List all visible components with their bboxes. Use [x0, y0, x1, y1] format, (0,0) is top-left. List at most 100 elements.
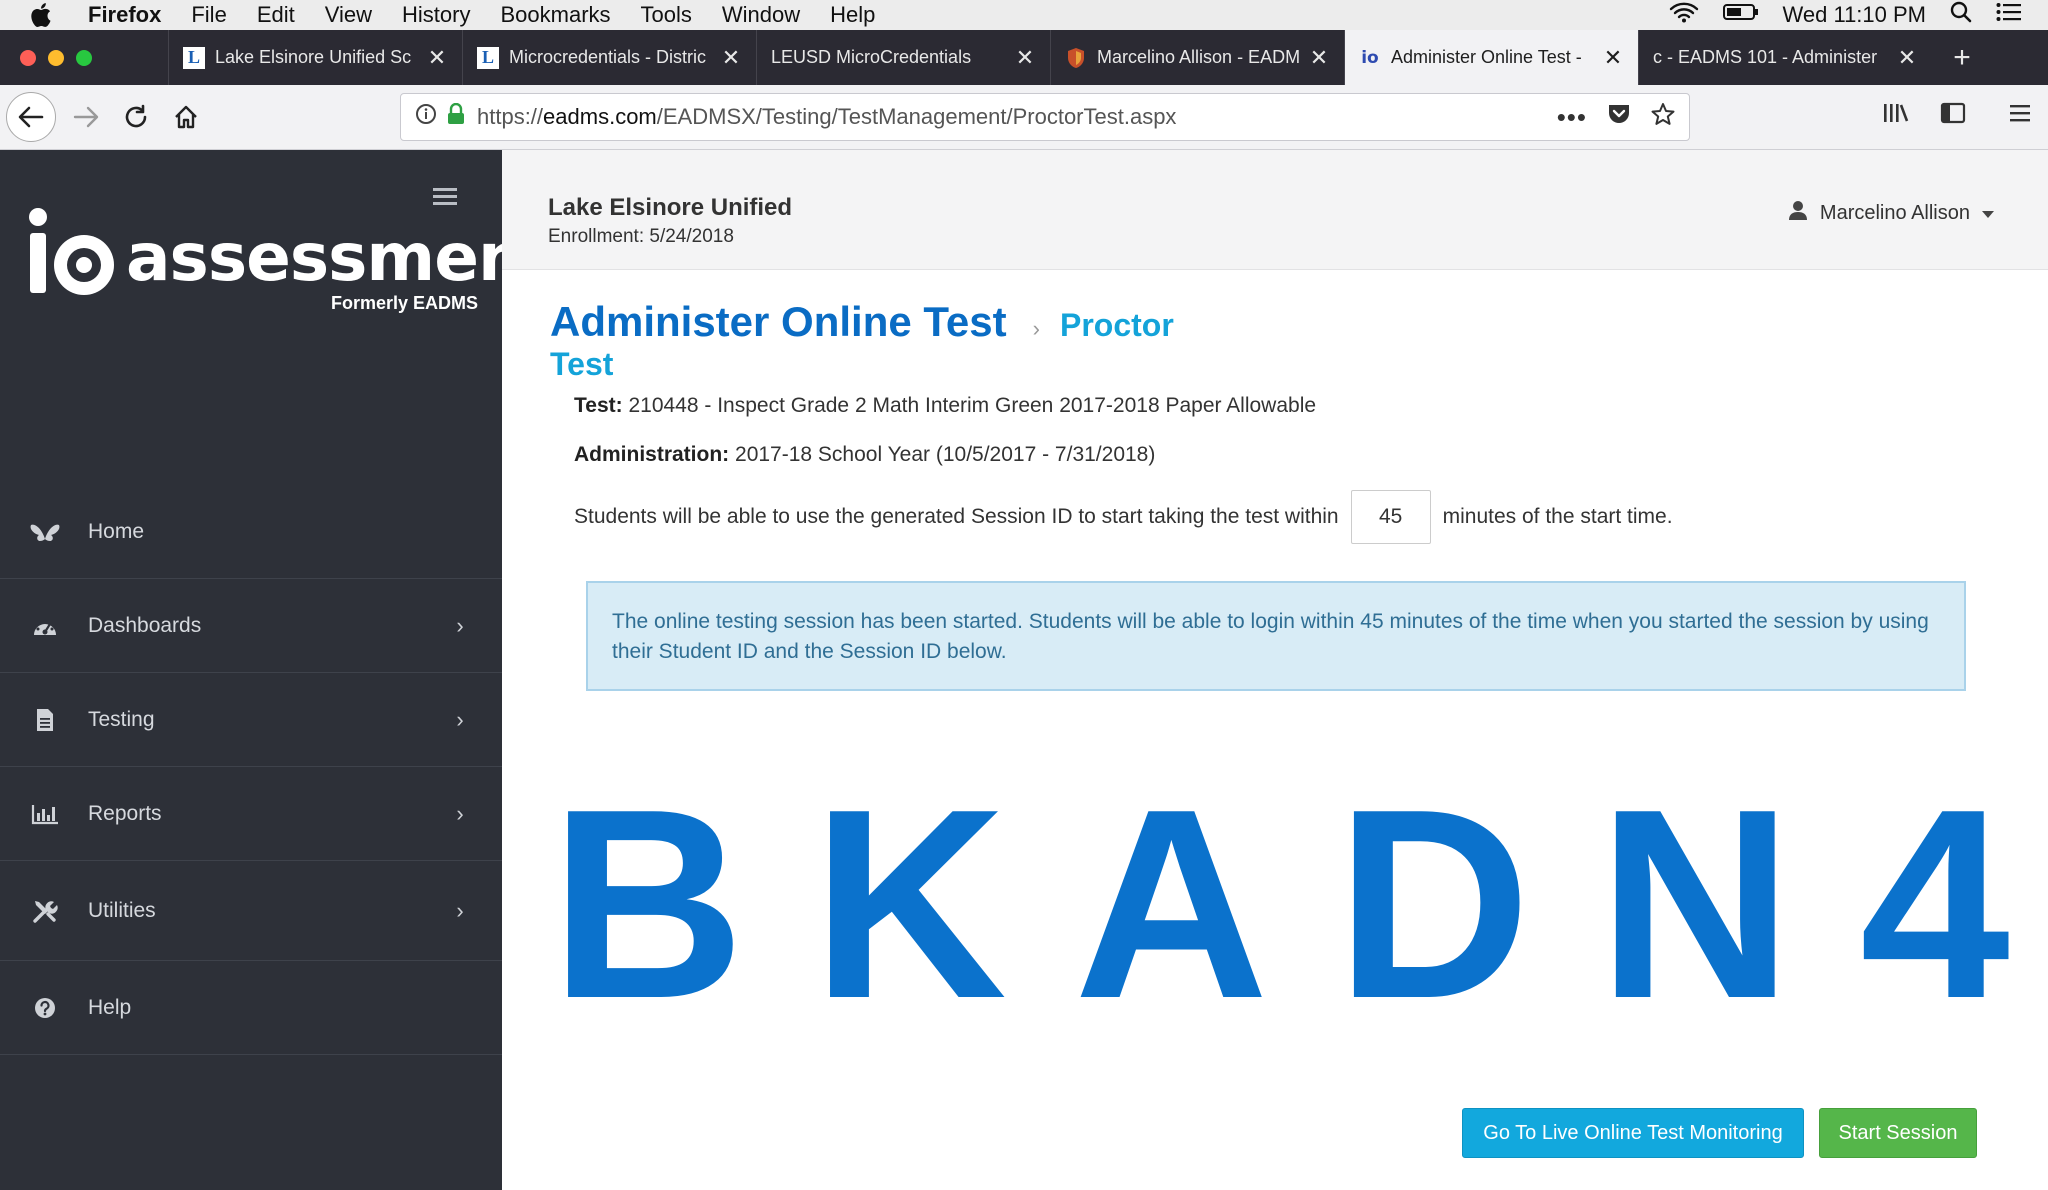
close-tab-icon[interactable]: ✕ — [1014, 45, 1036, 71]
tools-icon — [30, 896, 60, 926]
user-icon — [1788, 200, 1808, 226]
sidebar-toggle-icon[interactable] — [1940, 101, 1966, 130]
content-header: Lake Elsinore Unified Enrollment: 5/24/2… — [502, 150, 2048, 270]
live-monitoring-button[interactable]: Go To Live Online Test Monitoring — [1462, 1108, 1804, 1158]
tab-label: Administer Online Test - — [1391, 47, 1582, 67]
bar-chart-icon — [30, 799, 60, 829]
back-button[interactable] — [6, 92, 56, 142]
menu-bookmarks[interactable]: Bookmarks — [500, 2, 610, 28]
tab-label: Marcelino Allison - EADM — [1097, 47, 1300, 67]
close-tab-icon[interactable]: ✕ — [1308, 45, 1330, 71]
home-button[interactable] — [166, 97, 206, 137]
sidebar-item-home[interactable]: Home — [0, 485, 502, 579]
shield-icon — [1065, 47, 1087, 69]
lake-elsinore-logo-icon: L — [183, 46, 205, 69]
session-id-char: B — [550, 754, 745, 1055]
arrow-right-icon — [73, 106, 99, 128]
main-content: Administer Online Test › Proctor Test Te… — [502, 270, 2048, 1190]
administration-label: Administration: — [574, 443, 730, 466]
user-menu[interactable]: Marcelino Allison — [1788, 200, 1994, 226]
new-tab-button[interactable]: + — [1932, 30, 1992, 85]
session-id-char: D — [1335, 754, 1531, 1055]
url-bar[interactable]: https://eadms.com/EADMSX/Testing/TestMan… — [400, 93, 1690, 141]
page-actions-icon[interactable]: ••• — [1557, 102, 1587, 133]
chevron-right-icon: › — [456, 800, 464, 826]
close-tab-icon[interactable]: ✕ — [720, 45, 742, 71]
browser-tab[interactable]: Marcelino Allison - EADM ✕ — [1050, 30, 1344, 85]
browser-tab-active[interactable]: io Administer Online Test - ✕ — [1344, 30, 1638, 85]
session-minutes-input[interactable] — [1350, 490, 1431, 544]
arrow-left-icon — [18, 106, 44, 128]
session-started-alert: The online testing session has been star… — [586, 581, 1966, 691]
sidebar-item-utilities[interactable]: Utilities › — [0, 861, 502, 961]
menu-file[interactable]: File — [191, 2, 226, 28]
menu-firefox[interactable]: Firefox — [88, 2, 161, 28]
reload-icon — [125, 104, 147, 128]
app-menu-icon[interactable] — [2008, 102, 2032, 129]
io-logo-icon — [29, 208, 114, 295]
lake-elsinore-logo-icon: L — [477, 46, 499, 69]
browser-tab[interactable]: L Microcredentials - Distric ✕ — [462, 30, 756, 85]
clock[interactable]: Wed 11:10 PM — [1783, 2, 1926, 28]
close-window-button[interactable] — [20, 49, 36, 66]
sidebar-item-testing[interactable]: Testing › — [0, 673, 502, 767]
close-tab-icon[interactable]: ✕ — [1896, 45, 1918, 71]
menu-edit[interactable]: Edit — [257, 2, 295, 28]
io-logo-icon: io — [1361, 47, 1379, 68]
sidebar-item-dashboards[interactable]: Dashboards › — [0, 579, 502, 673]
browser-tab[interactable]: c - EADMS 101 - Administer ✕ — [1638, 30, 1932, 85]
spotlight-icon[interactable] — [1950, 1, 1972, 29]
browser-tab[interactable]: L Lake Elsinore Unified Sc ✕ — [168, 30, 462, 85]
session-window-suffix: minutes of the start time. — [1442, 505, 1673, 528]
menu-history[interactable]: History — [402, 2, 470, 28]
session-id-char: A — [1073, 754, 1269, 1055]
zoom-window-button[interactable] — [76, 49, 92, 66]
tab-label: LEUSD MicroCredentials — [771, 47, 972, 67]
tab-strip: L Lake Elsinore Unified Sc ✕ L Microcred… — [0, 30, 2048, 85]
menu-tools[interactable]: Tools — [641, 2, 692, 28]
chevron-right-icon: › — [456, 612, 464, 638]
bookmark-star-icon[interactable] — [1651, 102, 1675, 132]
lock-icon[interactable] — [447, 102, 465, 131]
test-value: 210448 - Inspect Grade 2 Math Interim Gr… — [628, 394, 1317, 417]
sidebar-item-help[interactable]: Help — [0, 961, 502, 1055]
breadcrumb-current: Proctor — [1059, 307, 1174, 343]
io-assessment-logo[interactable]: assessment Formerly EADMS — [28, 205, 556, 325]
sidebar-nav: Home Dashboards › Testing › Reports › Ut… — [0, 485, 502, 1055]
minimize-window-button[interactable] — [48, 49, 64, 66]
info-icon[interactable] — [415, 103, 437, 131]
sidebar-item-reports[interactable]: Reports › — [0, 767, 502, 861]
menu-view[interactable]: View — [325, 2, 372, 28]
url-text: https://eadms.com/EADMSX/Testing/TestMan… — [477, 104, 1177, 129]
apple-icon[interactable] — [30, 2, 60, 28]
menu-window[interactable]: Window — [722, 2, 800, 28]
session-id-char: 4 — [1859, 754, 2010, 1055]
macos-menubar: Firefox File Edit View History Bookmarks… — [0, 0, 2048, 30]
help-icon — [30, 993, 60, 1023]
session-id-char: K — [811, 754, 1007, 1055]
session-window-prefix: Students will be able to use the generat… — [574, 505, 1339, 528]
breadcrumb-current-continued: Test — [550, 346, 614, 382]
enrollment-date: Enrollment: 5/24/2018 — [548, 226, 734, 247]
reload-button[interactable] — [116, 97, 156, 137]
forward-button[interactable] — [66, 97, 106, 137]
menu-help[interactable]: Help — [830, 2, 875, 28]
browser-tab[interactable]: LEUSD MicroCredentials ✕ — [756, 30, 1050, 85]
close-tab-icon[interactable]: ✕ — [1602, 45, 1624, 71]
battery-icon[interactable] — [1722, 2, 1759, 28]
user-name: Marcelino Allison — [1819, 201, 1970, 224]
hamburger-icon — [433, 188, 457, 205]
administration-info: Administration: 2017-18 School Year (10/… — [574, 443, 1155, 467]
session-id-char: N — [1597, 754, 1793, 1055]
start-session-button[interactable]: Start Session — [1819, 1108, 1977, 1158]
close-tab-icon[interactable]: ✕ — [426, 45, 448, 71]
pocket-icon[interactable] — [1607, 103, 1631, 131]
session-id: B K A D N 4 — [550, 770, 2010, 1040]
logo-text: assessment — [126, 219, 556, 296]
organization-name: Lake Elsinore Unified — [548, 194, 793, 221]
test-label: Test: — [574, 394, 623, 417]
test-info: Test: 210448 - Inspect Grade 2 Math Inte… — [574, 394, 1316, 418]
wifi-icon[interactable] — [1669, 1, 1699, 29]
notification-center-icon[interactable] — [1996, 2, 2022, 28]
library-icon[interactable] — [1882, 101, 1910, 130]
